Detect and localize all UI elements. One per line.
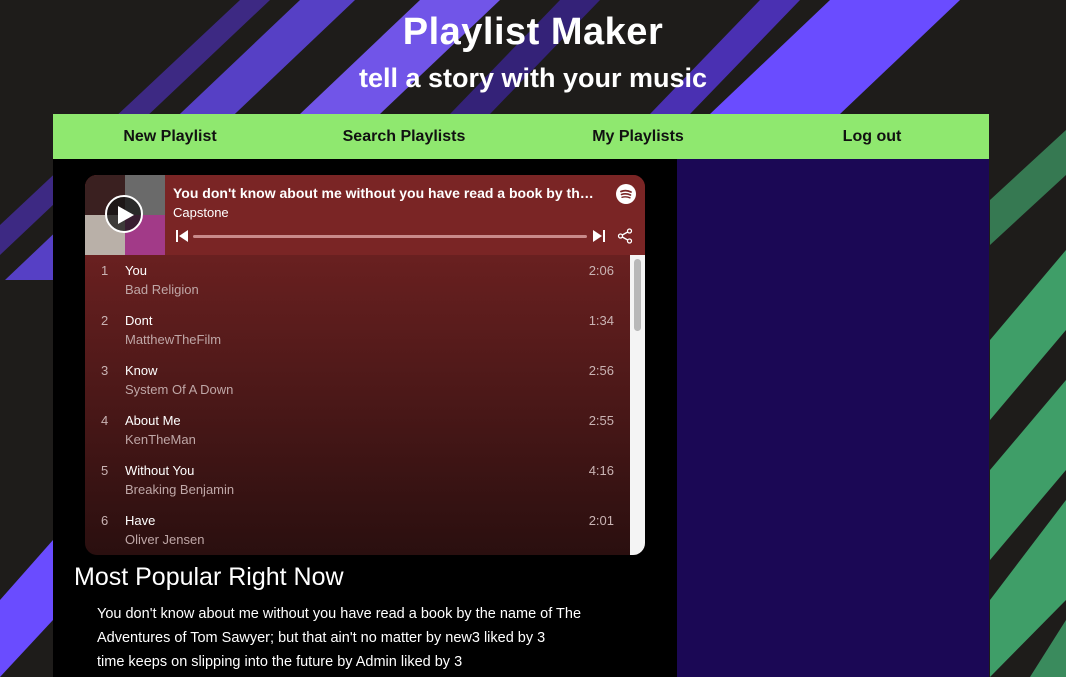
playback-progress-bar[interactable] [193,235,587,238]
play-button[interactable] [105,195,143,233]
popular-heading: Most Popular Right Now [74,563,344,591]
track-row[interactable]: 2 Dont MatthewTheFilm 1:34 [85,305,630,355]
track-duration: 2:01 [588,513,614,528]
track-artist: System Of A Down [125,382,234,397]
track-name: Dont [125,313,153,328]
track-duration: 2:56 [588,363,614,378]
track-name: Have [125,513,156,528]
scrollbar-thumb[interactable] [634,259,641,331]
track-duration: 2:55 [588,413,614,428]
track-name: About Me [125,413,181,428]
playlist-title[interactable]: You don't know about me without you have… [173,185,597,201]
track-number: 2 [101,313,109,328]
side-panel [677,159,989,677]
popular-list: You don't know about me without you have… [97,602,617,674]
track-artist: Bad Religion [125,282,199,297]
playlist-cover-image [85,175,165,255]
player-header: You don't know about me without you have… [85,175,645,255]
track-artist: KenTheMan [125,432,196,447]
track-artist: MatthewTheFilm [125,332,222,347]
nav-new-playlist[interactable]: New Playlist [53,114,287,159]
spotify-icon[interactable] [616,184,636,204]
page-title: Playlist Maker [402,11,664,53]
track-name: Know [125,363,158,378]
nav-my-playlists[interactable]: My Playlists [521,114,755,159]
nav-search-playlists[interactable]: Search Playlists [287,114,521,159]
track-number: 1 [101,263,109,278]
track-number: 3 [101,363,109,378]
track-duration: 1:34 [588,313,614,328]
spotify-embed-player: You don't know about me without you have… [85,175,645,555]
playlist-owner[interactable]: Capstone [173,205,229,220]
nav-log-out[interactable]: Log out [755,114,989,159]
skip-forward-icon[interactable] [593,230,605,242]
track-artist: Oliver Jensen [125,532,205,547]
popular-item[interactable]: You don't know about me without you have… [97,602,617,650]
tracklist-scrollbar[interactable] [630,255,645,555]
popular-item[interactable]: time keeps on slipping into the future b… [97,650,617,674]
main-nav: New Playlist Search Playlists My Playlis… [53,114,989,159]
track-row[interactable]: 4 About Me KenTheMan 2:55 [85,405,630,455]
track-number: 4 [101,413,109,428]
play-icon [118,206,134,224]
track-duration: 2:06 [588,263,614,278]
page-subtitle: tell a story with your music [358,63,708,93]
share-icon[interactable] [617,228,633,244]
main-content: You don't know about me without you have… [53,159,677,677]
track-row[interactable]: 1 You Bad Religion 2:06 [85,255,630,305]
track-artist: Breaking Benjamin [125,482,235,497]
track-name: You [125,263,147,278]
track-number: 5 [101,463,109,478]
track-row[interactable]: 3 Know System Of A Down 2:56 [85,355,630,405]
track-number: 6 [101,513,109,528]
site-header: Playlist Maker tell a story with your mu… [0,0,1066,114]
track-row[interactable]: 6 Have Oliver Jensen 2:01 [85,505,630,555]
track-list: 1 You Bad Religion 2:06 2 Dont MatthewTh… [85,255,630,555]
track-duration: 4:16 [588,463,614,478]
track-row[interactable]: 5 Without You Breaking Benjamin 4:16 [85,455,630,505]
track-name: Without You [125,463,195,478]
skip-back-icon[interactable] [176,230,188,242]
